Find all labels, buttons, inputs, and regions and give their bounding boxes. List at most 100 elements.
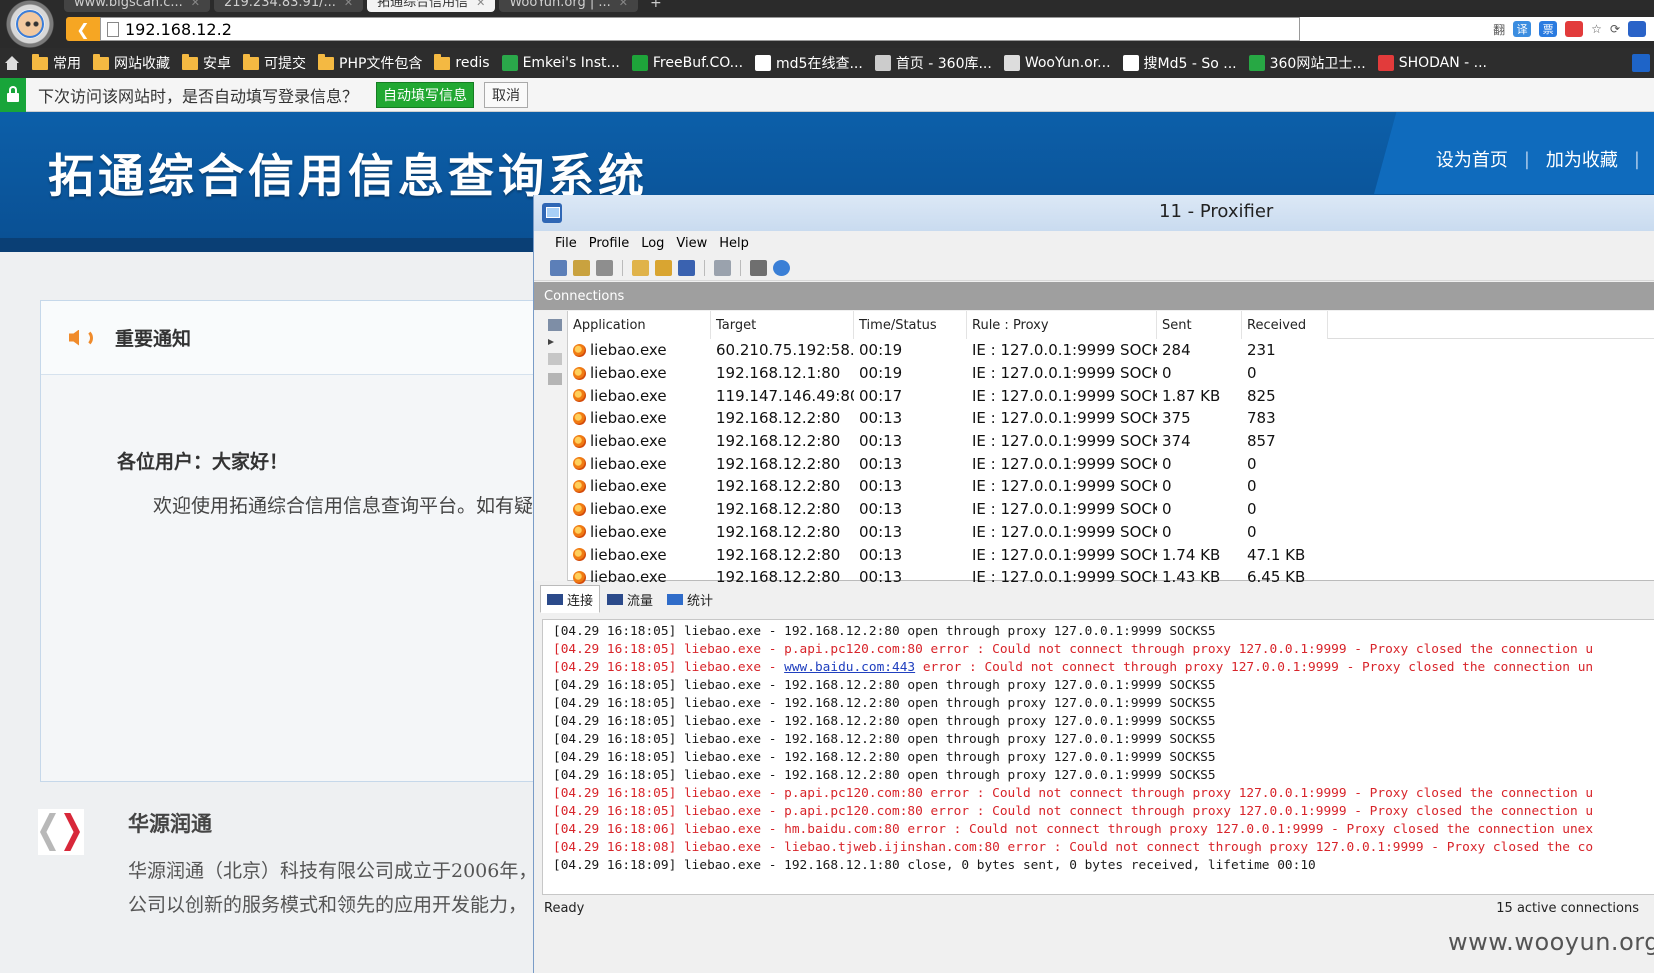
table-row[interactable]: liebao.exe 192.168.12.2:80 00:13 IE : 127.0… — [568, 407, 1654, 430]
menu-item-profile[interactable]: Profile — [589, 236, 629, 251]
cell-text: 00:19 — [859, 364, 903, 383]
table-row[interactable]: liebao.exe 119.147.146.49:80 00:17 IE : 127… — [568, 384, 1654, 407]
close-connection-icon[interactable] — [548, 353, 562, 365]
cell-text: 825 — [1247, 386, 1276, 405]
cell-text: IE : 127.0.0.1:9999 SOCK... — [972, 432, 1157, 451]
paw-icon[interactable] — [1628, 21, 1646, 37]
folder-icon — [93, 53, 109, 70]
column-header[interactable]: Received — [1242, 311, 1328, 339]
cell-text: liebao.exe — [590, 545, 667, 564]
column-header[interactable]: Target — [711, 311, 854, 339]
bookmark-item[interactable]: redis — [434, 53, 490, 71]
bookmark-item[interactable]: 360网站卫士... — [1248, 53, 1366, 73]
bookmark-item[interactable]: 首页 - 360库... — [874, 53, 992, 73]
tab-0[interactable]: 连接 — [540, 585, 601, 613]
cell-time: 00:13 — [854, 498, 967, 521]
menu-item-help[interactable]: Help — [719, 236, 749, 251]
cell-time: 00:19 — [854, 339, 967, 362]
close-icon[interactable]: ✕ — [476, 0, 485, 8]
table-row[interactable]: liebao.exe 192.168.12.2:80 00:13 IE : 127.0… — [568, 521, 1654, 544]
cell-text: 192.168.12.2:80 — [716, 500, 841, 519]
close-icon[interactable]: ✕ — [619, 0, 628, 8]
company-name: 华源润通 — [128, 811, 212, 836]
translate-tool[interactable]: 翻 — [1493, 21, 1505, 38]
new-profile-icon[interactable] — [632, 259, 649, 276]
menu-item-log[interactable]: Log — [641, 236, 664, 251]
help-icon[interactable] — [773, 259, 790, 276]
home-icon[interactable] — [4, 56, 20, 70]
cell-recv: 0 — [1242, 521, 1328, 544]
column-header[interactable]: Rule : Proxy — [967, 311, 1157, 339]
list-view-icon[interactable] — [548, 319, 562, 331]
table-row[interactable]: liebao.exe 192.168.12.1:80 00:19 IE : 127.0… — [568, 362, 1654, 385]
column-header[interactable]: Sent — [1157, 311, 1242, 339]
expand-icon[interactable] — [548, 339, 554, 345]
table-row[interactable]: liebao.exe 192.168.12.2:80 00:13 IE : 127.0… — [568, 452, 1654, 475]
menu-item-file[interactable]: File — [555, 236, 577, 251]
log-link[interactable]: www.baidu.com:443 — [784, 660, 915, 675]
table-row[interactable]: liebao.exe 60.210.75.192:58... 00:19 IE : 1… — [568, 339, 1654, 362]
bookmark-item[interactable]: 安卓 — [182, 53, 231, 73]
browser-logo-icon[interactable] — [0, 0, 62, 48]
table-row[interactable]: liebao.exe 192.168.12.2:80 00:13 IE : 127.0… — [568, 543, 1654, 566]
print-icon[interactable] — [750, 259, 767, 276]
cancel-button[interactable]: 取消 — [484, 81, 529, 108]
proxifier-titlebar[interactable]: 11 - Proxifier — [534, 195, 1654, 231]
f-icon — [631, 55, 648, 71]
cell-time: 00:13 — [854, 543, 967, 566]
link-separator: | — [1633, 148, 1640, 170]
bookmark-item[interactable]: FreeBuf.CO... — [631, 55, 743, 71]
tab-label: WooYun.org | ... — [509, 0, 611, 10]
back-button[interactable]: ❮ — [66, 17, 100, 41]
close-icon[interactable]: ✕ — [191, 0, 200, 8]
mail-icon[interactable] — [1565, 21, 1584, 37]
table-row[interactable]: liebao.exe 192.168.12.2:80 00:13 IE : 127.0… — [568, 498, 1654, 521]
detach-icon[interactable] — [548, 373, 562, 385]
cell-rule: IE : 127.0.0.1:9999 SOCK... — [967, 339, 1157, 362]
bookmark-item[interactable]: SHODAN - ... — [1377, 55, 1487, 71]
translate-icon[interactable]: 译 — [1513, 21, 1532, 37]
tab-1[interactable]: 流量 — [600, 585, 660, 613]
rules-icon[interactable] — [573, 259, 590, 276]
cell-target: 192.168.12.2:80 — [711, 521, 854, 544]
tab-wooyun[interactable]: WooYun.org | ... ✕ — [499, 0, 638, 12]
column-header[interactable]: Time/Status — [854, 311, 967, 339]
bookmark-item[interactable]: 常用 — [32, 53, 81, 73]
ticket-icon[interactable]: 票 — [1539, 21, 1558, 37]
autofill-button[interactable]: 自动填写信息 — [376, 81, 475, 108]
folder-icon — [434, 53, 451, 70]
tab-ip[interactable]: 219.234.83.91/... ✕ — [213, 0, 364, 12]
bookmark-item[interactable]: WooYun.or... — [1003, 55, 1111, 71]
column-header[interactable]: Application — [568, 311, 711, 339]
name-resolution-icon[interactable] — [596, 259, 613, 276]
tab-active[interactable]: 拓通综合信用信 ✕ — [367, 0, 496, 12]
refresh-icon[interactable]: ⟳ — [1610, 22, 1620, 36]
proxy-servers-icon[interactable] — [550, 259, 567, 276]
open-profile-icon[interactable] — [655, 259, 672, 276]
star-icon[interactable]: ☆ — [1591, 22, 1602, 36]
tab-2[interactable]: 统计 — [660, 585, 720, 613]
bookmark-item[interactable]: 网站收藏 — [93, 53, 170, 73]
bookmark-item[interactable]: md5在线查... — [755, 53, 863, 73]
bookmark-item[interactable]: Emkei's Inst... — [501, 55, 620, 71]
clipboard-icon[interactable] — [714, 259, 731, 276]
save-profile-icon[interactable] — [678, 259, 695, 276]
set-homepage-link[interactable]: 设为首页 — [1436, 146, 1508, 172]
address-bar[interactable]: 192.168.12.2 — [100, 17, 1300, 41]
table-row[interactable]: liebao.exe 192.168.12.2:80 00:13 IE : 127.0… — [568, 566, 1654, 589]
log-panel[interactable]: [04.29 16:18:05] liebao.exe - 192.168.12… — [542, 619, 1654, 895]
bookmark-item[interactable]: PHP文件包含 — [318, 53, 422, 73]
table-row[interactable]: liebao.exe 192.168.12.2:80 00:13 IE : 127.0… — [568, 475, 1654, 498]
tab-bigscan[interactable]: www.bigscan.c... ✕ — [64, 0, 210, 12]
menu-item-view[interactable]: View — [676, 236, 707, 251]
close-icon[interactable]: ✕ — [344, 0, 353, 8]
table-row[interactable]: liebao.exe 192.168.12.2:80 00:13 IE : 127.0… — [568, 430, 1654, 453]
cell-rule: IE : 127.0.0.1:9999 SOCK... — [967, 452, 1157, 475]
bookmarks-overflow-icon[interactable] — [1632, 54, 1650, 72]
cell-text: IE : 127.0.0.1:9999 SOCK... — [972, 568, 1157, 587]
bookmark-item[interactable]: 可提交 — [243, 53, 306, 73]
bookmark-item[interactable]: 搜Md5 - So ... — [1122, 53, 1237, 73]
cell-text: IE : 127.0.0.1:9999 SOCK... — [972, 364, 1157, 383]
add-favorite-link[interactable]: 加为收藏 — [1546, 146, 1618, 172]
new-tab-button[interactable]: + — [642, 0, 670, 12]
